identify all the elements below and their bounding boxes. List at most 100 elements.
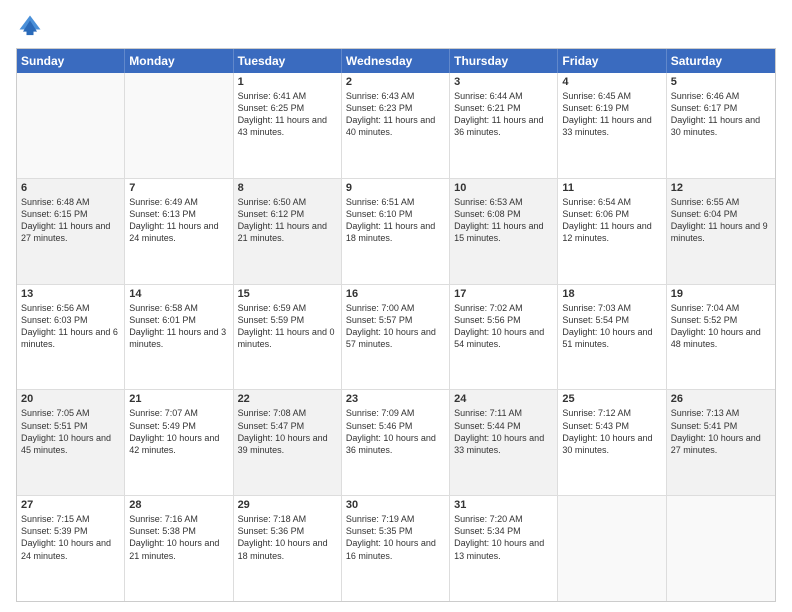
cell-info: Sunrise: 7:12 AM Sunset: 5:43 PM Dayligh… xyxy=(562,407,661,456)
header-day-thursday: Thursday xyxy=(450,49,558,73)
cal-cell: 2Sunrise: 6:43 AM Sunset: 6:23 PM Daylig… xyxy=(342,73,450,178)
cell-info: Sunrise: 7:15 AM Sunset: 5:39 PM Dayligh… xyxy=(21,513,120,562)
day-number: 18 xyxy=(562,288,661,300)
day-number: 14 xyxy=(129,288,228,300)
cell-info: Sunrise: 6:41 AM Sunset: 6:25 PM Dayligh… xyxy=(238,90,337,139)
day-number: 20 xyxy=(21,393,120,405)
cell-info: Sunrise: 7:09 AM Sunset: 5:46 PM Dayligh… xyxy=(346,407,445,456)
day-number: 4 xyxy=(562,76,661,88)
day-number: 24 xyxy=(454,393,553,405)
cal-cell: 9 Sunrise: 6:51 AM Sunset: 6:10 PM Daylig… xyxy=(342,179,450,284)
day-number: 1 xyxy=(238,76,337,88)
cell-info: Sunrise: 6:58 AM Sunset: 6:01 PM Dayligh… xyxy=(129,302,228,351)
cell-info: Sunrise: 7:07 AM Sunset: 5:49 PM Dayligh… xyxy=(129,407,228,456)
day-number: 16 xyxy=(346,288,445,300)
cal-cell: 10 Sunrise: 6:53 AM Sunset: 6:08 PM Dayli… xyxy=(450,179,558,284)
cell-info: Sunrise: 7:08 AM Sunset: 5:47 PM Dayligh… xyxy=(238,407,337,456)
cal-cell xyxy=(558,496,666,601)
calendar: SundayMondayTuesdayWednesdayThursdayFrid… xyxy=(16,48,776,602)
cal-cell: 7Sunrise: 6:49 AM Sunset: 6:13 PM Daylig… xyxy=(125,179,233,284)
header-day-tuesday: Tuesday xyxy=(234,49,342,73)
day-number: 10 xyxy=(454,182,553,194)
cal-cell: 8Sunrise: 6:50 AM Sunset: 6:12 PM Daylig… xyxy=(234,179,342,284)
cal-cell: 28 Sunrise: 7:16 AM Sunset: 5:38 PM Dayli… xyxy=(125,496,233,601)
day-number: 11 xyxy=(562,182,661,194)
header-day-monday: Monday xyxy=(125,49,233,73)
cell-info: Sunrise: 6:54 AM Sunset: 6:06 PM Dayligh… xyxy=(562,196,661,245)
cal-cell: 14 Sunrise: 6:58 AM Sunset: 6:01 PM Dayli… xyxy=(125,285,233,390)
day-number: 22 xyxy=(238,393,337,405)
day-number: 9 xyxy=(346,182,445,194)
cell-info: Sunrise: 7:00 AM Sunset: 5:57 PM Dayligh… xyxy=(346,302,445,351)
cal-cell: 3Sunrise: 6:44 AM Sunset: 6:21 PM Daylig… xyxy=(450,73,558,178)
day-number: 28 xyxy=(129,499,228,511)
page: SundayMondayTuesdayWednesdayThursdayFrid… xyxy=(0,0,792,612)
cal-cell: 18 Sunrise: 7:03 AM Sunset: 5:54 PM Dayli… xyxy=(558,285,666,390)
cal-cell: 30 Sunrise: 7:19 AM Sunset: 5:35 PM Dayli… xyxy=(342,496,450,601)
cell-info: Sunrise: 6:45 AM Sunset: 6:19 PM Dayligh… xyxy=(562,90,661,139)
cal-cell: 19 Sunrise: 7:04 AM Sunset: 5:52 PM Dayli… xyxy=(667,285,775,390)
header xyxy=(16,12,776,40)
cal-cell: 4 Sunrise: 6:45 AM Sunset: 6:19 PM Daylig… xyxy=(558,73,666,178)
day-number: 23 xyxy=(346,393,445,405)
cell-info: Sunrise: 6:56 AM Sunset: 6:03 PM Dayligh… xyxy=(21,302,120,351)
cell-info: Sunrise: 6:59 AM Sunset: 5:59 PM Dayligh… xyxy=(238,302,337,351)
header-day-friday: Friday xyxy=(558,49,666,73)
cal-cell: 16 Sunrise: 7:00 AM Sunset: 5:57 PM Dayli… xyxy=(342,285,450,390)
day-number: 25 xyxy=(562,393,661,405)
day-number: 6 xyxy=(21,182,120,194)
cell-info: Sunrise: 7:05 AM Sunset: 5:51 PM Dayligh… xyxy=(21,407,120,456)
cal-cell: 5Sunrise: 6:46 AM Sunset: 6:17 PM Daylig… xyxy=(667,73,775,178)
day-number: 27 xyxy=(21,499,120,511)
cal-cell: 22 Sunrise: 7:08 AM Sunset: 5:47 PM Dayli… xyxy=(234,390,342,495)
cell-info: Sunrise: 6:48 AM Sunset: 6:15 PM Dayligh… xyxy=(21,196,120,245)
day-number: 21 xyxy=(129,393,228,405)
cal-cell: 1 Sunrise: 6:41 AM Sunset: 6:25 PM Daylig… xyxy=(234,73,342,178)
cell-info: Sunrise: 7:03 AM Sunset: 5:54 PM Dayligh… xyxy=(562,302,661,351)
cell-info: Sunrise: 6:51 AM Sunset: 6:10 PM Dayligh… xyxy=(346,196,445,245)
cal-cell: 29Sunrise: 7:18 AM Sunset: 5:36 PM Dayli… xyxy=(234,496,342,601)
cell-info: Sunrise: 7:18 AM Sunset: 5:36 PM Dayligh… xyxy=(238,513,337,562)
day-number: 5 xyxy=(671,76,771,88)
header-day-saturday: Saturday xyxy=(667,49,775,73)
cell-info: Sunrise: 7:02 AM Sunset: 5:56 PM Dayligh… xyxy=(454,302,553,351)
logo-icon xyxy=(16,12,44,40)
cell-info: Sunrise: 7:20 AM Sunset: 5:34 PM Dayligh… xyxy=(454,513,553,562)
cell-info: Sunrise: 6:53 AM Sunset: 6:08 PM Dayligh… xyxy=(454,196,553,245)
cell-info: Sunrise: 7:11 AM Sunset: 5:44 PM Dayligh… xyxy=(454,407,553,456)
day-number: 26 xyxy=(671,393,771,405)
cal-cell: 12Sunrise: 6:55 AM Sunset: 6:04 PM Dayli… xyxy=(667,179,775,284)
cal-cell: 6 Sunrise: 6:48 AM Sunset: 6:15 PM Daylig… xyxy=(17,179,125,284)
day-number: 15 xyxy=(238,288,337,300)
cell-info: Sunrise: 7:04 AM Sunset: 5:52 PM Dayligh… xyxy=(671,302,771,351)
cell-info: Sunrise: 7:13 AM Sunset: 5:41 PM Dayligh… xyxy=(671,407,771,456)
cal-cell: 31Sunrise: 7:20 AM Sunset: 5:34 PM Dayli… xyxy=(450,496,558,601)
cal-cell: 11 Sunrise: 6:54 AM Sunset: 6:06 PM Dayli… xyxy=(558,179,666,284)
calendar-header: SundayMondayTuesdayWednesdayThursdayFrid… xyxy=(17,49,775,73)
day-number: 13 xyxy=(21,288,120,300)
cal-cell: 13 Sunrise: 6:56 AM Sunset: 6:03 PM Dayli… xyxy=(17,285,125,390)
cal-cell: 25 Sunrise: 7:12 AM Sunset: 5:43 PM Dayli… xyxy=(558,390,666,495)
cal-cell xyxy=(125,73,233,178)
calendar-row-1: 6 Sunrise: 6:48 AM Sunset: 6:15 PM Daylig… xyxy=(17,179,775,285)
cell-info: Sunrise: 6:44 AM Sunset: 6:21 PM Dayligh… xyxy=(454,90,553,139)
cal-cell xyxy=(17,73,125,178)
day-number: 30 xyxy=(346,499,445,511)
header-day-sunday: Sunday xyxy=(17,49,125,73)
calendar-body: 1 Sunrise: 6:41 AM Sunset: 6:25 PM Daylig… xyxy=(17,73,775,601)
cell-info: Sunrise: 7:16 AM Sunset: 5:38 PM Dayligh… xyxy=(129,513,228,562)
day-number: 19 xyxy=(671,288,771,300)
cal-cell: 17 Sunrise: 7:02 AM Sunset: 5:56 PM Dayli… xyxy=(450,285,558,390)
cell-info: Sunrise: 6:50 AM Sunset: 6:12 PM Dayligh… xyxy=(238,196,337,245)
day-number: 12 xyxy=(671,182,771,194)
cal-cell xyxy=(667,496,775,601)
cell-info: Sunrise: 7:19 AM Sunset: 5:35 PM Dayligh… xyxy=(346,513,445,562)
cal-cell: 27 Sunrise: 7:15 AM Sunset: 5:39 PM Dayli… xyxy=(17,496,125,601)
calendar-row-3: 20 Sunrise: 7:05 AM Sunset: 5:51 PM Dayli… xyxy=(17,390,775,496)
calendar-row-2: 13 Sunrise: 6:56 AM Sunset: 6:03 PM Dayli… xyxy=(17,285,775,391)
logo xyxy=(16,12,48,40)
calendar-row-0: 1 Sunrise: 6:41 AM Sunset: 6:25 PM Daylig… xyxy=(17,73,775,179)
cal-cell: 24 Sunrise: 7:11 AM Sunset: 5:44 PM Dayli… xyxy=(450,390,558,495)
day-number: 17 xyxy=(454,288,553,300)
cell-info: Sunrise: 6:43 AM Sunset: 6:23 PM Dayligh… xyxy=(346,90,445,139)
